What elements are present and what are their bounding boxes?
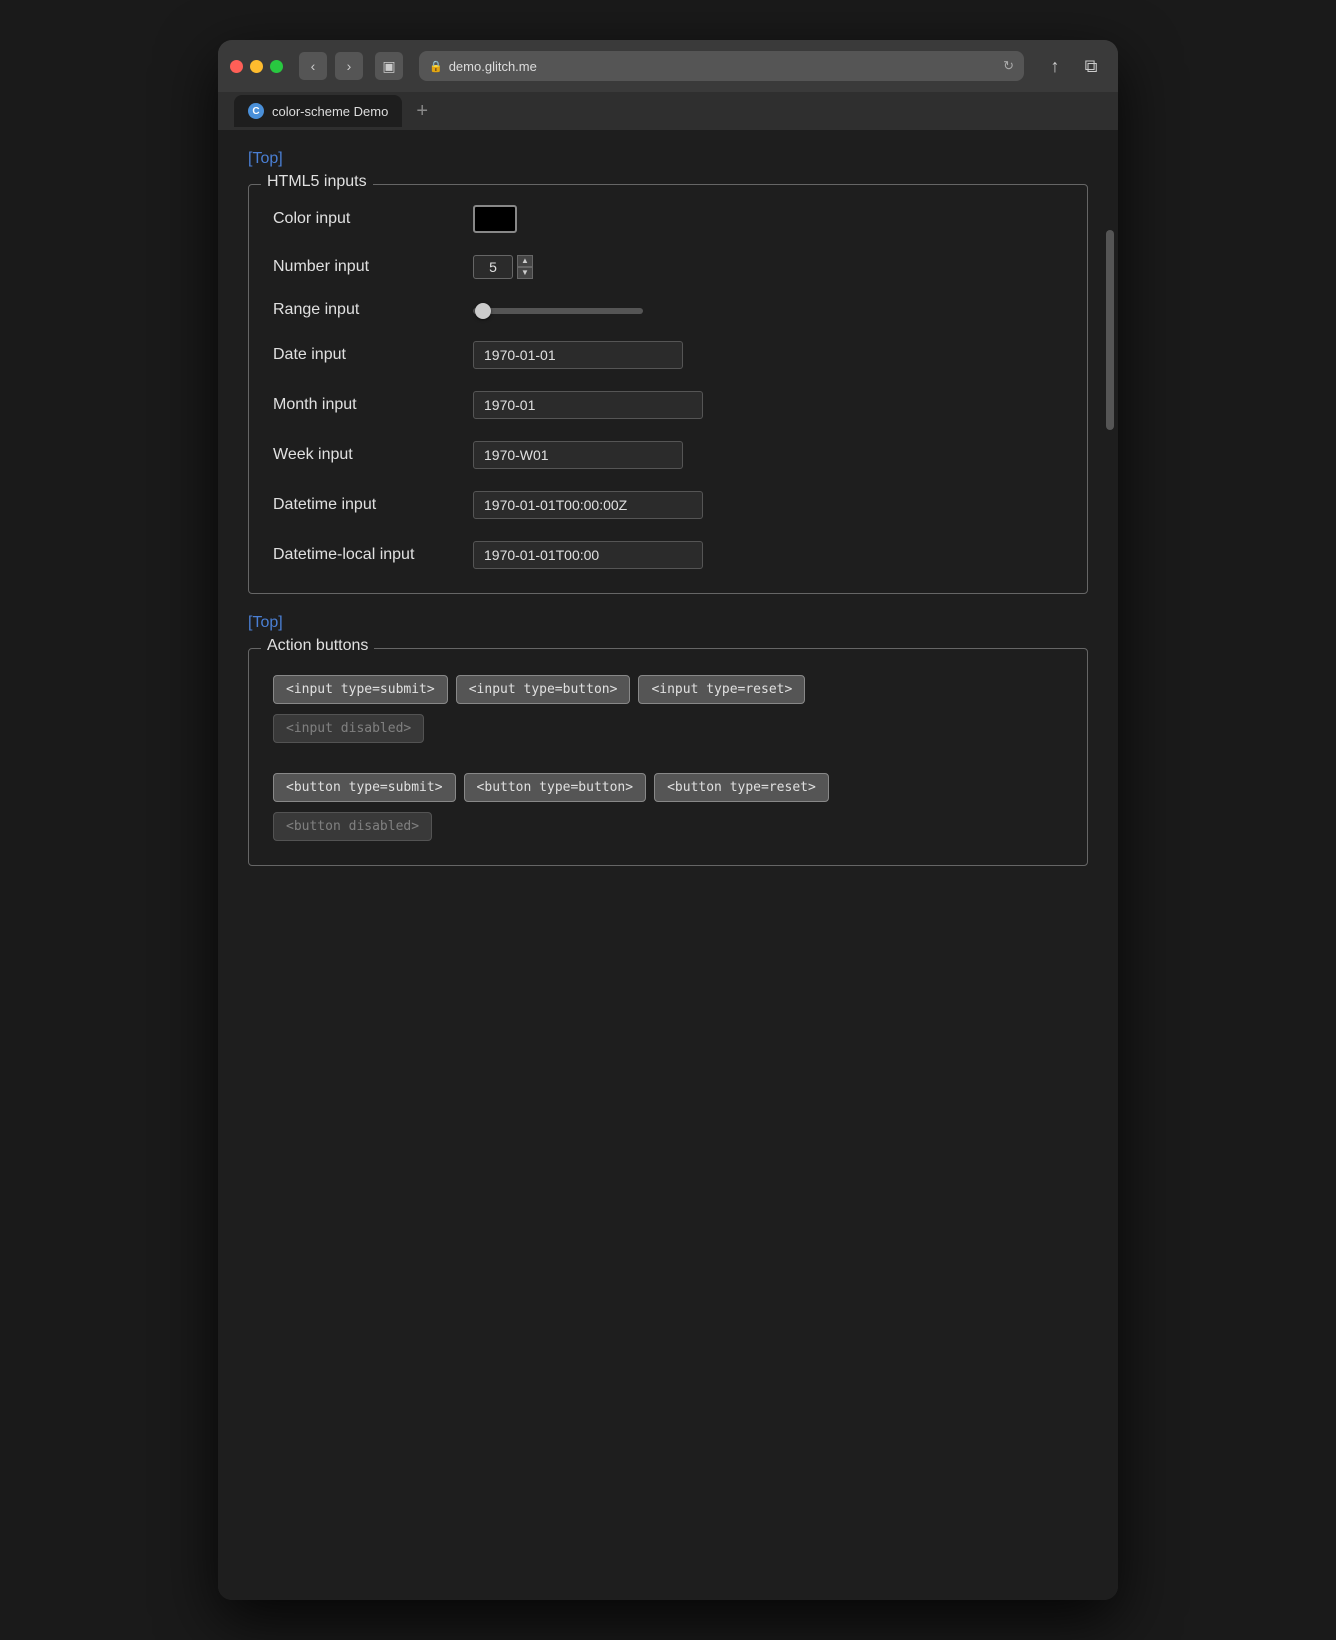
button-rows: <input type=submit> <input type=button> … xyxy=(273,669,1063,841)
minimize-button[interactable] xyxy=(250,60,263,73)
button-submit-button[interactable]: <button type=submit> xyxy=(273,773,456,802)
input-reset-button[interactable]: <input type=reset> xyxy=(638,675,805,704)
share-button[interactable]: ↑ xyxy=(1040,51,1070,81)
back-button[interactable]: ‹ xyxy=(299,52,327,80)
datetime-input-row: Datetime input xyxy=(273,491,1063,519)
month-input-row: Month input xyxy=(273,391,1063,419)
date-input[interactable] xyxy=(473,341,683,369)
range-input-label: Range input xyxy=(273,301,473,319)
date-input-label: Date input xyxy=(273,346,473,364)
reload-button[interactable]: ↻ xyxy=(1003,58,1014,74)
spinner-up[interactable]: ▲ xyxy=(517,255,533,267)
spinner-down[interactable]: ▼ xyxy=(517,267,533,279)
lock-icon: 🔒 xyxy=(429,60,443,73)
title-bar: ‹ › ▣ 🔒 demo.glitch.me ↻ ↑ ⧉ xyxy=(218,40,1118,92)
action-buttons-section: Action buttons <input type=submit> <inpu… xyxy=(248,648,1088,866)
month-input-label: Month input xyxy=(273,396,473,414)
input-buttons-row: <input type=submit> <input type=button> … xyxy=(273,675,1063,704)
range-track[interactable] xyxy=(473,308,643,314)
datetime-local-input-label: Datetime-local input xyxy=(273,546,473,564)
color-input[interactable] xyxy=(473,205,517,233)
button-buttons-row: <button type=submit> <button type=button… xyxy=(273,773,1063,802)
color-input-row: Color input xyxy=(273,205,1063,233)
number-input-row: Number input ▲ ▼ xyxy=(273,255,1063,279)
new-window-button[interactable]: ⧉ xyxy=(1076,51,1106,81)
color-input-label: Color input xyxy=(273,210,473,228)
html5-inputs-section: HTML5 inputs Color input Number input ▲ … xyxy=(248,184,1088,594)
html5-legend: HTML5 inputs xyxy=(261,173,373,191)
number-input-wrap: ▲ ▼ xyxy=(473,255,533,279)
scrollbar[interactable] xyxy=(1106,230,1114,430)
tab-bar: C color-scheme Demo + xyxy=(218,92,1118,130)
input-disabled-button: <input disabled> xyxy=(273,714,424,743)
top-link-2[interactable]: [Top] xyxy=(248,614,283,632)
input-submit-button[interactable]: <input type=submit> xyxy=(273,675,448,704)
month-input[interactable] xyxy=(473,391,703,419)
page-content: [Top] HTML5 inputs Color input Number in… xyxy=(218,130,1118,1600)
date-input-row: Date input xyxy=(273,341,1063,369)
sidebar-button[interactable]: ▣ xyxy=(375,52,403,80)
address-bar: 🔒 demo.glitch.me ↻ xyxy=(419,51,1024,81)
tab-title: color-scheme Demo xyxy=(272,104,388,119)
tab-favicon: C xyxy=(248,103,264,119)
button-disabled-row: <button disabled> xyxy=(273,812,1063,841)
range-input-row: Range input xyxy=(273,301,1063,319)
number-input[interactable] xyxy=(473,255,513,279)
action-legend: Action buttons xyxy=(261,637,374,655)
number-spinner: ▲ ▼ xyxy=(517,255,533,279)
close-button[interactable] xyxy=(230,60,243,73)
active-tab[interactable]: C color-scheme Demo xyxy=(234,95,402,127)
input-button-button[interactable]: <input type=button> xyxy=(456,675,631,704)
datetime-input[interactable] xyxy=(473,491,703,519)
datetime-local-input[interactable] xyxy=(473,541,703,569)
number-input-label: Number input xyxy=(273,258,473,276)
new-tab-button[interactable]: + xyxy=(408,100,436,123)
button-disabled-button: <button disabled> xyxy=(273,812,432,841)
week-input[interactable] xyxy=(473,441,683,469)
url-text: demo.glitch.me xyxy=(449,59,537,74)
datetime-local-input-row: Datetime-local input xyxy=(273,541,1063,569)
top-link-1[interactable]: [Top] xyxy=(248,150,283,168)
forward-button[interactable]: › xyxy=(335,52,363,80)
button-button-button[interactable]: <button type=button> xyxy=(464,773,647,802)
range-thumb[interactable] xyxy=(475,303,491,319)
traffic-lights xyxy=(230,60,283,73)
week-input-row: Week input xyxy=(273,441,1063,469)
button-reset-button[interactable]: <button type=reset> xyxy=(654,773,829,802)
input-disabled-row: <input disabled> xyxy=(273,714,1063,743)
week-input-label: Week input xyxy=(273,446,473,464)
datetime-input-label: Datetime input xyxy=(273,496,473,514)
toolbar-right: ↑ ⧉ xyxy=(1040,51,1106,81)
browser-window: ‹ › ▣ 🔒 demo.glitch.me ↻ ↑ ⧉ C color-sch… xyxy=(218,40,1118,1600)
maximize-button[interactable] xyxy=(270,60,283,73)
